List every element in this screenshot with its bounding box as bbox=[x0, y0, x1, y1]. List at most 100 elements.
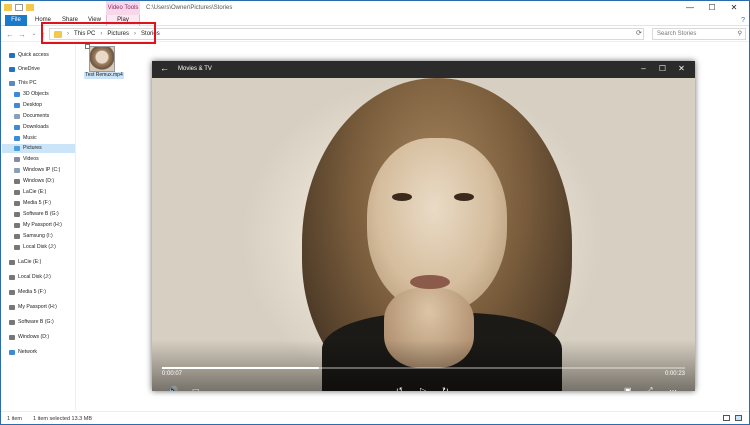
search-icon: ⚲ bbox=[737, 31, 742, 37]
sidebar-item-windows-d-2[interactable]: Windows (D:) bbox=[9, 333, 49, 342]
item-checkbox[interactable] bbox=[85, 44, 90, 49]
file-item[interactable]: Test Remux.mp4 bbox=[84, 44, 124, 80]
large-icons-view-icon[interactable] bbox=[735, 415, 742, 421]
skip-back-icon[interactable]: ↺ bbox=[396, 386, 403, 391]
sidebar-item-local-disk-j[interactable]: Local Disk (J:) bbox=[14, 243, 56, 252]
details-view-icon[interactable] bbox=[723, 415, 730, 421]
forward-button[interactable]: → bbox=[17, 29, 27, 40]
fullscreen-icon[interactable]: ⤢ bbox=[646, 386, 652, 391]
close-button[interactable]: ✕ bbox=[672, 64, 691, 73]
minimize-button[interactable]: – bbox=[634, 64, 653, 73]
sidebar-item-windows-ip-c[interactable]: Windows IP (C:) bbox=[14, 166, 60, 175]
drive-icon bbox=[9, 305, 15, 310]
video-lips-shape bbox=[410, 275, 450, 289]
pictures-icon bbox=[14, 146, 20, 151]
maximize-button[interactable]: ☐ bbox=[653, 64, 672, 73]
properties-icon[interactable] bbox=[15, 4, 23, 11]
drive-icon bbox=[14, 190, 20, 195]
sidebar-item-pictures[interactable]: Pictures bbox=[2, 144, 75, 153]
sidebar-item-media-5-f[interactable]: Media 5 (F:) bbox=[14, 199, 51, 208]
sidebar-item-3d-objects[interactable]: 3D Objects bbox=[14, 90, 49, 99]
search-input[interactable]: Search Stories ⚲ bbox=[652, 28, 746, 40]
help-icon[interactable]: ? bbox=[741, 17, 745, 24]
cloud-icon bbox=[9, 67, 15, 72]
sidebar-item-desktop[interactable]: Desktop bbox=[14, 101, 42, 110]
drive-icon bbox=[14, 223, 20, 228]
more-options-icon[interactable]: ⋯ bbox=[669, 386, 677, 391]
navigation-pane: Quick access OneDrive This PC 3D Objects… bbox=[1, 45, 76, 410]
window-controls: — ☐ ✕ bbox=[679, 3, 745, 13]
sidebar-item-downloads[interactable]: Downloads bbox=[14, 123, 49, 132]
sidebar-item-software-b-g-2[interactable]: Software B (G:) bbox=[9, 318, 54, 327]
sidebar-item-this-pc[interactable]: This PC bbox=[9, 79, 36, 88]
status-bar: 1 item 1 item selected 13.3 MB bbox=[1, 411, 749, 424]
sidebar-item-lacie-e[interactable]: LaCie (E:) bbox=[14, 188, 46, 197]
sidebar-item-onedrive[interactable]: OneDrive bbox=[9, 65, 40, 74]
sidebar-item-network[interactable]: Network bbox=[9, 348, 37, 357]
back-button[interactable]: ← bbox=[5, 29, 15, 40]
video-eye-right bbox=[454, 193, 474, 201]
sidebar-item-quick-access[interactable]: Quick access bbox=[9, 51, 49, 60]
download-icon bbox=[14, 125, 20, 130]
drive-icon bbox=[9, 290, 15, 295]
selection-info: 1 item selected 13.3 MB bbox=[33, 416, 93, 422]
maximize-button[interactable]: ☐ bbox=[701, 3, 723, 13]
sidebar-item-music[interactable]: Music bbox=[14, 134, 37, 143]
total-duration: 0:00:23 bbox=[664, 371, 685, 377]
player-title: Movies & TV bbox=[178, 66, 212, 72]
elapsed-time: 0:00:07 bbox=[162, 371, 183, 377]
video-thumbnail bbox=[89, 46, 115, 72]
player-window-controls: – ☐ ✕ bbox=[634, 64, 691, 73]
network-icon bbox=[9, 350, 15, 355]
folder-icon[interactable] bbox=[4, 4, 12, 11]
sidebar-item-documents[interactable]: Documents bbox=[14, 112, 49, 121]
close-button[interactable]: ✕ bbox=[723, 3, 745, 13]
cube-icon bbox=[14, 92, 20, 97]
controls-gradient bbox=[152, 340, 695, 391]
drive-icon bbox=[14, 179, 20, 184]
new-folder-icon[interactable] bbox=[26, 4, 34, 11]
file-explorer-window: Video Tools C:\Users\Owner\Pictures\Stor… bbox=[0, 0, 750, 425]
drive-icon bbox=[9, 320, 15, 325]
captions-icon[interactable]: ▭ bbox=[192, 386, 200, 391]
star-icon bbox=[9, 53, 15, 58]
drive-icon bbox=[14, 201, 20, 206]
video-frame[interactable]: 0:00:07 0:00:23 🔊 ▭ ↺ ▷ ↻ ▣ ⤢ ⋯ bbox=[152, 78, 695, 391]
video-tools-tab[interactable]: Video Tools bbox=[106, 1, 140, 15]
quick-access-toolbar bbox=[4, 4, 34, 11]
sidebar-item-media-5-f-2[interactable]: Media 5 (F:) bbox=[9, 288, 46, 297]
sidebar-item-my-passport-h[interactable]: My Passport (H:) bbox=[14, 221, 62, 230]
movies-tv-window: ← Movies & TV – ☐ ✕ 0:00:07 0:00:23 🔊 ▭ bbox=[152, 61, 695, 391]
drive-icon bbox=[14, 168, 20, 173]
mini-view-icon[interactable]: ▣ bbox=[624, 386, 632, 391]
window-title: C:\Users\Owner\Pictures\Stories bbox=[146, 5, 233, 11]
desktop-icon bbox=[14, 103, 20, 108]
play-icon[interactable]: ▷ bbox=[420, 386, 426, 391]
video-eye-left bbox=[392, 193, 412, 201]
seek-bar[interactable] bbox=[162, 367, 685, 369]
item-count: 1 item bbox=[7, 416, 22, 422]
tab-file[interactable]: File bbox=[5, 15, 27, 26]
sidebar-item-windows-d[interactable]: Windows (D:) bbox=[14, 177, 54, 186]
drive-icon bbox=[9, 260, 15, 265]
sidebar-item-software-b-g[interactable]: Software B (G:) bbox=[14, 210, 59, 219]
drive-icon bbox=[14, 245, 20, 250]
drive-icon bbox=[9, 275, 15, 280]
minimize-button[interactable]: — bbox=[679, 3, 701, 13]
sidebar-item-my-passport-h-2[interactable]: My Passport (H:) bbox=[9, 303, 57, 312]
pc-icon bbox=[9, 81, 15, 86]
sidebar-item-lacie-e-2[interactable]: LaCie (E:) bbox=[9, 258, 41, 267]
document-icon bbox=[14, 114, 20, 119]
sidebar-item-local-disk-j-2[interactable]: Local Disk (J:) bbox=[9, 273, 51, 282]
volume-icon[interactable]: 🔊 bbox=[168, 386, 178, 391]
seek-bar-fill bbox=[162, 367, 319, 369]
sidebar-item-videos[interactable]: Videos bbox=[14, 155, 39, 164]
back-arrow-icon[interactable]: ← bbox=[160, 63, 169, 73]
sidebar-item-samsung-i[interactable]: Samsung (I:) bbox=[14, 232, 53, 241]
refresh-icon[interactable]: ⟳ bbox=[636, 29, 642, 37]
music-icon bbox=[14, 136, 20, 141]
drive-icon bbox=[14, 234, 20, 239]
player-title-bar: ← Movies & TV – ☐ ✕ bbox=[152, 61, 695, 78]
drive-icon bbox=[14, 212, 20, 217]
skip-forward-icon[interactable]: ↻ bbox=[442, 386, 449, 391]
